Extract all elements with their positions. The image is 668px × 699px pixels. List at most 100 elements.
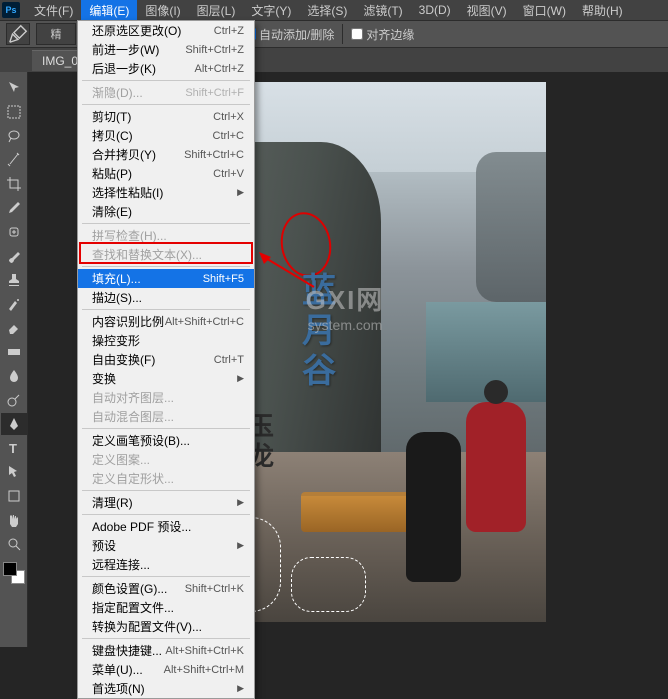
eyedropper-tool[interactable]	[1, 197, 27, 219]
menu-item[interactable]: 指定配置文件...	[78, 598, 254, 617]
menu-item[interactable]: 后退一步(K) Alt+Ctrl+Z	[78, 59, 254, 78]
dodge-tool[interactable]	[1, 389, 27, 411]
menu-item[interactable]: 远程连接...	[78, 555, 254, 574]
menu-item-shortcut: Shift+F5	[203, 273, 244, 285]
menu-item[interactable]: 首选项(N)▶	[78, 679, 254, 698]
submenu-arrow-icon: ▶	[237, 187, 244, 198]
menu-item[interactable]: 转换为配置文件(V)...	[78, 617, 254, 636]
menu-item[interactable]: 描边(S)...	[78, 288, 254, 307]
menu-item-label: 描边(S)...	[92, 289, 142, 306]
path-select-tool[interactable]	[1, 461, 27, 483]
menu-item[interactable]: Adobe PDF 预设...	[78, 517, 254, 536]
current-tool-icon[interactable]	[6, 23, 30, 45]
menu-layer[interactable]: 图层(L)	[189, 0, 244, 21]
menu-item-shortcut: Shift+Ctrl+Z	[185, 44, 244, 56]
menu-item-label: 选择性粘贴(I)	[92, 184, 163, 201]
eraser-tool[interactable]	[1, 317, 27, 339]
menu-bar: Ps 文件(F) 编辑(E) 图像(I) 图层(L) 文字(Y) 选择(S) 滤…	[0, 0, 668, 20]
menu-item-label: 还原选区更改(O)	[92, 22, 181, 39]
menu-item[interactable]: 键盘快捷键...Alt+Shift+Ctrl+K	[78, 641, 254, 660]
menu-file[interactable]: 文件(F)	[26, 0, 81, 21]
menu-item-label: 后退一步(K)	[92, 60, 156, 77]
menu-item[interactable]: 预设▶	[78, 536, 254, 555]
hand-tool[interactable]	[1, 509, 27, 531]
menu-edit[interactable]: 编辑(E)	[81, 0, 137, 21]
menu-item[interactable]: 合并拷贝(Y)Shift+Ctrl+C	[78, 145, 254, 164]
menu-item: 定义自定形状...	[78, 469, 254, 488]
menu-item-shortcut: Ctrl+X	[213, 111, 244, 123]
crop-tool[interactable]	[1, 173, 27, 195]
menu-item-shortcut: Alt+Shift+Ctrl+M	[164, 664, 244, 676]
menu-item[interactable]: 还原选区更改(O)Ctrl+Z	[78, 21, 254, 40]
edit-menu-dropdown: 还原选区更改(O)Ctrl+Z前进一步(W) Shift+Ctrl+Z 后退一步(K…	[77, 20, 255, 699]
brush-preset-picker[interactable]: 精	[36, 23, 76, 45]
menu-item[interactable]: 粘贴(P)Ctrl+V	[78, 164, 254, 183]
menu-image[interactable]: 图像(I)	[137, 0, 188, 21]
menu-item-shortcut: Shift+Ctrl+K	[185, 583, 244, 595]
menu-item-shortcut: Alt+Ctrl+Z	[194, 63, 244, 75]
menu-item[interactable]: 清除(E)	[78, 202, 254, 221]
menu-item-label: 清理(R)	[92, 494, 133, 511]
menu-item: 自动对齐图层...	[78, 388, 254, 407]
zoom-tool[interactable]	[1, 533, 27, 555]
menu-item-label: 清除(E)	[92, 203, 132, 220]
menu-item-label: 前进一步(W)	[92, 41, 159, 58]
menu-item-label: 变换	[92, 370, 116, 387]
menu-view[interactable]: 视图(V)	[459, 0, 515, 21]
menu-help[interactable]: 帮助(H)	[574, 0, 631, 21]
menu-item-label: 远程连接...	[92, 556, 150, 573]
menu-window[interactable]: 窗口(W)	[515, 0, 574, 21]
app-logo: Ps	[2, 2, 20, 18]
svg-text:T: T	[9, 441, 17, 456]
menu-item-label: 剪切(T)	[92, 108, 131, 125]
move-tool[interactable]	[1, 77, 27, 99]
menu-item-label: 自动对齐图层...	[92, 389, 174, 406]
menu-item[interactable]: 菜单(U)... Alt+Shift+Ctrl+M	[78, 660, 254, 679]
menu-item[interactable]: 填充(L)...Shift+F5	[78, 269, 254, 288]
marquee-tool[interactable]	[1, 101, 27, 123]
menu-item-label: 转换为配置文件(V)...	[92, 618, 202, 635]
menu-item-label: 预设	[92, 537, 116, 554]
menu-type[interactable]: 文字(Y)	[243, 0, 299, 21]
history-brush-tool[interactable]	[1, 293, 27, 315]
align-edge-checkbox[interactable]: 对齐边缘	[351, 26, 414, 43]
color-swatches[interactable]	[3, 562, 25, 584]
menu-item[interactable]: 颜色设置(G)... Shift+Ctrl+K	[78, 579, 254, 598]
menu-item: 定义图案...	[78, 450, 254, 469]
auto-add-label: 自动添加/删除	[259, 26, 334, 43]
wand-tool[interactable]	[1, 149, 27, 171]
blur-tool[interactable]	[1, 365, 27, 387]
menu-item-label: 颜色设置(G)...	[92, 580, 167, 597]
shape-tool[interactable]	[1, 485, 27, 507]
menu-item-label: 渐隐(D)...	[92, 84, 143, 101]
align-edge-check-input[interactable]	[351, 28, 363, 40]
menu-item[interactable]: 变换▶	[78, 369, 254, 388]
menu-item[interactable]: 剪切(T) Ctrl+X	[78, 107, 254, 126]
brush-tool[interactable]	[1, 245, 27, 267]
menu-item-label: 菜单(U)...	[92, 661, 143, 678]
menu-item: 拼写检查(H)...	[78, 226, 254, 245]
menu-item[interactable]: 选择性粘贴(I) ▶	[78, 183, 254, 202]
auto-add-checkbox[interactable]: 自动添加/删除	[244, 26, 334, 43]
menu-filter[interactable]: 滤镜(T)	[355, 0, 410, 21]
pen-tool[interactable]	[1, 413, 27, 435]
selection-marquee-2	[291, 557, 366, 612]
type-tool[interactable]: T	[1, 437, 27, 459]
menu-select[interactable]: 选择(S)	[299, 0, 355, 21]
heal-tool[interactable]	[1, 221, 27, 243]
menu-item[interactable]: 操控变形	[78, 331, 254, 350]
menu-item[interactable]: 前进一步(W) Shift+Ctrl+Z	[78, 40, 254, 59]
menu-3d[interactable]: 3D(D)	[411, 1, 459, 19]
menu-item[interactable]: 拷贝(C)Ctrl+C	[78, 126, 254, 145]
lasso-tool[interactable]	[1, 125, 27, 147]
menu-item[interactable]: 内容识别比例Alt+Shift+Ctrl+C	[78, 312, 254, 331]
fg-color-swatch[interactable]	[3, 562, 17, 576]
menu-item[interactable]: 清理(R)▶	[78, 493, 254, 512]
menu-item-shortcut: Alt+Shift+Ctrl+C	[165, 316, 244, 328]
menu-item-label: 首选项(N)	[92, 680, 145, 697]
menu-item-label: 自由变换(F)	[92, 351, 155, 368]
stamp-tool[interactable]	[1, 269, 27, 291]
menu-item[interactable]: 定义画笔预设(B)...	[78, 431, 254, 450]
menu-item[interactable]: 自由变换(F)Ctrl+T	[78, 350, 254, 369]
gradient-tool[interactable]	[1, 341, 27, 363]
